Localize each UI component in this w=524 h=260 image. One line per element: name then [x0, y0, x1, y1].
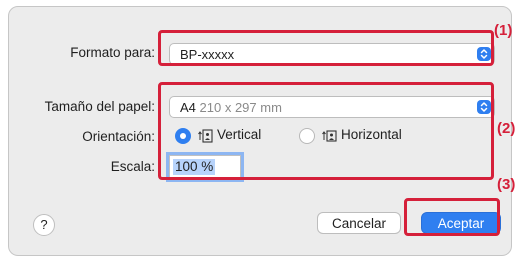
- callout-box-1: [158, 30, 494, 66]
- orientation-label: Orientación:: [82, 129, 155, 144]
- paper-size-label: Tamaño del papel:: [44, 99, 155, 114]
- callout-box-2: [158, 82, 494, 180]
- scale-label: Escala:: [110, 159, 155, 174]
- callout-box-3: [404, 198, 500, 236]
- help-button[interactable]: ?: [33, 214, 55, 236]
- cancel-button[interactable]: Cancelar: [317, 212, 401, 234]
- callout-number-1: (1): [494, 22, 513, 39]
- format-for-label: Formato para:: [70, 45, 155, 60]
- callout-number-2: (2): [497, 120, 516, 137]
- callout-number-3: (3): [497, 176, 516, 193]
